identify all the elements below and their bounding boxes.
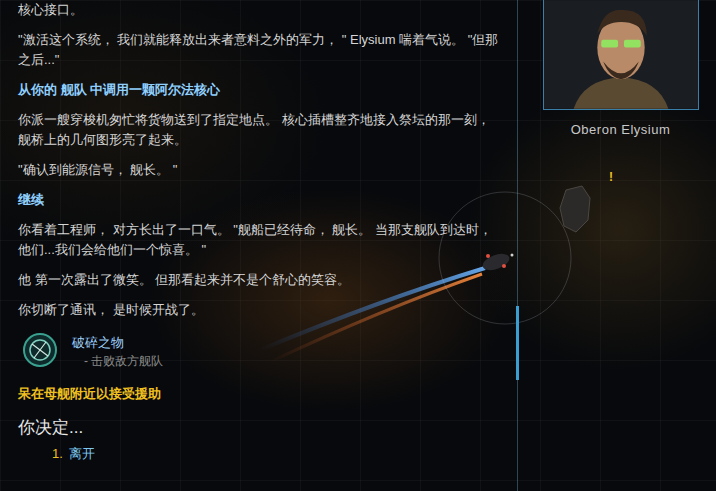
dialog-text: 你看着工程师， 对方长出了一口气。 "舰船已经待命， 舰长。 当那支舰队到达时，…	[18, 220, 501, 260]
asteroid-icon[interactable]	[560, 186, 590, 232]
portrait-panel: Oberon Elysium	[519, 0, 716, 491]
range-circle-icon	[439, 192, 571, 324]
chosen-option: 继续	[18, 190, 501, 210]
ship-icon[interactable]	[480, 251, 513, 274]
dialog-text: "确认到能源信号， 舰长。 "	[18, 160, 501, 180]
dialog-option[interactable]: 1.离开	[18, 444, 501, 464]
dialog-text: "激活这个系统， 我们就能释放出来者意料之外的军力， " Elysium 喘着气…	[18, 30, 501, 70]
portrait-name: Oberon Elysium	[571, 122, 670, 137]
mission-icon	[22, 332, 58, 368]
game-screen: ! 核心接口。 "激活这个系统， 我们就能释放出来者意料之外的军力， " Elysi…	[0, 0, 716, 491]
chosen-option: 从你的 舰队 中调用一颗阿尔法核心	[18, 80, 501, 100]
portrait-icon	[543, 0, 699, 110]
dialog-text: 他 第一次露出了微笑。 但那看起来并不是个舒心的笑容。	[18, 270, 501, 290]
mission-title: 破碎之物	[72, 334, 163, 352]
dialog-text: 你派一艘穿梭机匆忙将货物送到了指定地点。 核心插槽整齐地接入祭坛的那一刻， 舰桥…	[18, 110, 501, 150]
mission-objective: - 击败敌方舰队	[72, 352, 163, 370]
panel-divider	[515, 0, 519, 491]
decision-prompt: 你决定...	[18, 416, 501, 440]
dialog-text: 核心接口。	[18, 0, 501, 20]
hint-text: 呆在母舰附近以接受援助	[18, 384, 501, 404]
dialog-log: 核心接口。 "激活这个系统， 我们就能释放出来者意料之外的军力， " Elysiu…	[0, 0, 515, 491]
mission-entry: 破碎之物- 击败敌方舰队	[22, 332, 501, 370]
scroll-bar[interactable]	[516, 306, 519, 380]
dialog-text: 你切断了通讯， 是时候开战了。	[18, 300, 501, 320]
alert-marker: !	[609, 170, 613, 184]
